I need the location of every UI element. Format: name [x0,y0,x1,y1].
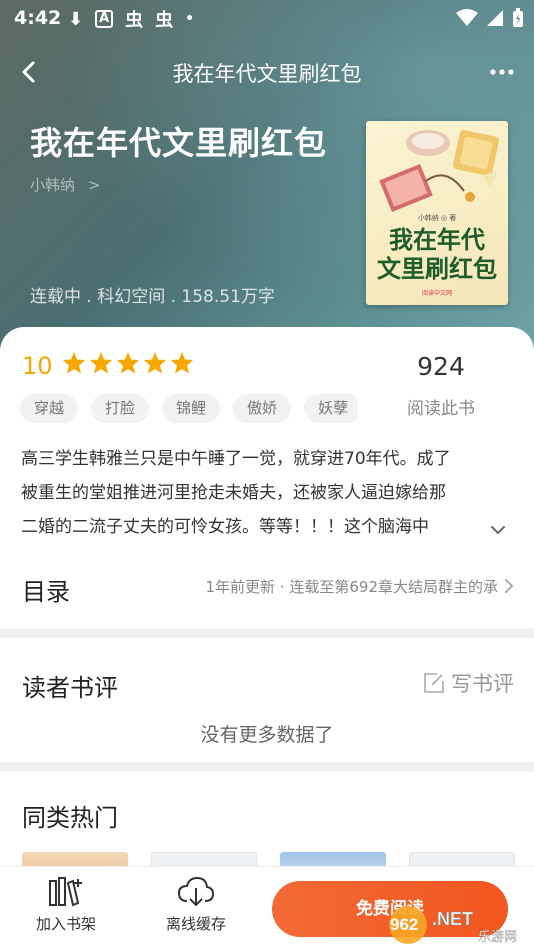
watermark-logo: 962 .NET 乐游网 [389,906,517,945]
cloud-download-icon [177,876,215,907]
tag-chip[interactable]: 傲娇 [233,394,292,423]
description-line: 二婚的二流子丈夫的可怜女孩。等等！！！这个脑海中 [21,517,429,537]
cover-title-line: 我在年代 [389,225,485,254]
svg-text:.NET: .NET [432,909,473,929]
offline-cache-button[interactable]: 离线缓存 [146,871,246,934]
chevron-right-icon [505,579,514,593]
reader-count: 924 [417,352,465,381]
star-icon [117,352,139,374]
author-name: 小韩纳 [30,176,76,194]
add-to-shelf-label: 加入书架 [35,915,96,933]
rating-stars [62,351,194,375]
wifi-icon [456,9,478,26]
battery-icon [513,8,523,27]
site-watermark: 962 .NET 乐游网 [386,903,526,947]
chevron-down-icon [491,526,505,535]
author-link[interactable]: 小韩纳 > [30,174,100,195]
add-to-shelf-button[interactable]: 加入书架 [16,871,116,934]
section-divider [0,628,534,638]
tag-chip[interactable]: 穿越 [20,394,79,423]
tag-list: 穿越 打脸 锦鲤 傲娇 妖孽 [20,394,358,424]
cover-publisher: 阅读中文网 [421,290,452,297]
edit-icon [424,673,444,693]
tag-chip[interactable]: 打脸 [91,394,150,423]
table-of-contents-row[interactable]: 目录 1年前更新 · 连载至第692章大结局群主的承 [0,560,534,616]
toc-update-info: 1年前更新 · 连载至第692章大结局群主的承 [205,578,498,596]
dot-icon: • [185,11,195,27]
write-review-label: 写书评 [451,672,514,696]
svg-text:乐游网: 乐游网 [478,930,517,945]
cover-title-line: 文里刷红包 [377,254,497,283]
empty-reviews-text: 没有更多数据了 [200,724,334,746]
description-line: 被重生的堂姐推进河里抢走未婚夫，还被家人逼迫嫁给那 [21,483,446,503]
star-icon [171,352,193,374]
bug-icon: 虫 [125,10,144,31]
description-line: 高三学生韩雅兰只是中午睡了一觉，就穿进70年代。成了 [21,449,451,469]
chevron-right-icon: > [87,176,101,194]
toc-label: 目录 [22,578,70,606]
status-bar: 4:42 ⬇ A 虫 虫 • [0,0,534,38]
download-icon: ⬇ [68,8,84,30]
star-icon [63,352,85,374]
star-icon [90,352,112,374]
status-notification-icons: ⬇ A 虫 虫 • [68,6,194,32]
section-divider [0,762,534,772]
star-icon [144,352,166,374]
write-review-button[interactable]: 写书评 [423,668,514,698]
svg-text:962: 962 [390,915,418,934]
rating-score: 10 [22,352,53,380]
cover-illustration [379,130,499,213]
book-cover: 小韩纳 ◎ 著 我在年代 文里刷红包 阅读中文网 [366,121,508,305]
offline-cache-label: 离线缓存 [165,915,226,933]
cover-title: 我在年代 文里刷红包 [366,225,508,283]
bug-icon: 虫 [155,10,174,31]
signal-icon [487,10,503,26]
page-title: 我在年代文里刷红包 [172,62,362,86]
app-a-icon: A [95,10,114,28]
book-title: 我在年代文里刷红包 [30,124,328,162]
tag-chip[interactable]: 锦鲤 [162,394,221,423]
expand-description-button[interactable] [481,519,515,541]
more-options-icon[interactable] [488,58,516,86]
book-description: 高三学生韩雅兰只是中午睡了一觉，就穿进70年代。成了 被重生的堂姐推进河里抢走未… [21,442,517,544]
top-navigation-bar: 我在年代文里刷红包 [0,50,534,94]
similar-section-title: 同类热门 [22,804,118,832]
tag-chip[interactable]: 妖孽 [304,394,358,423]
bookshelf-add-icon [49,877,82,907]
status-system-icons [456,8,524,28]
book-meta: 连载中 . 科幻空间 . 158.51万字 [30,287,275,307]
cover-author: 小韩纳 ◎ 著 [417,214,457,222]
reader-count-label: 阅读此书 [407,399,475,419]
status-time: 4:42 [14,7,62,29]
reviews-section-title: 读者书评 [22,674,118,702]
